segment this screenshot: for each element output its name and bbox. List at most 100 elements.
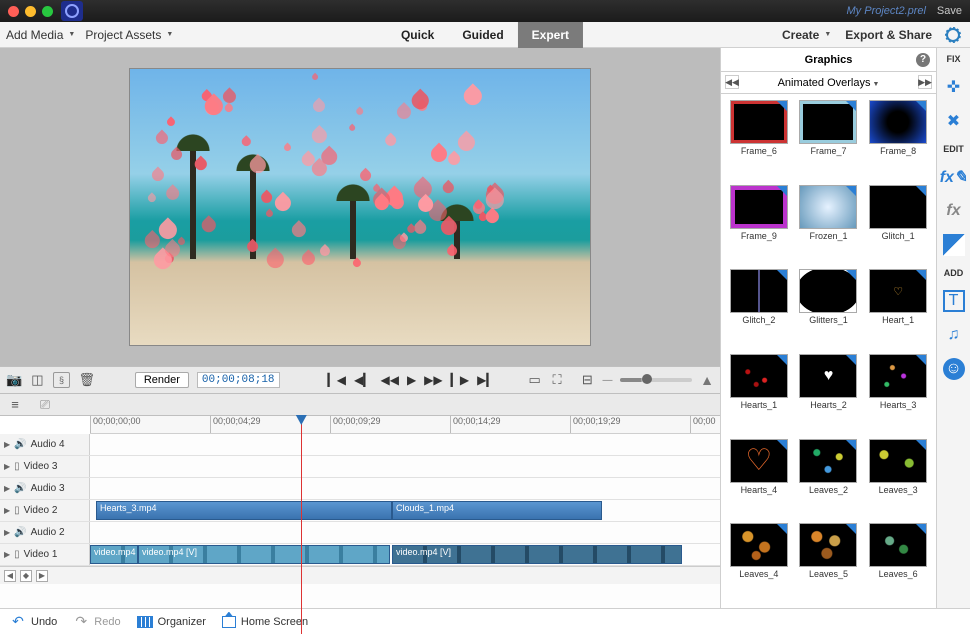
delete-icon[interactable]: 🗑: [78, 371, 95, 389]
adjust-icon[interactable]: ✜: [943, 76, 965, 98]
graphics-item[interactable]: Leaves_3: [866, 439, 930, 518]
playhead[interactable]: [301, 416, 302, 634]
step-forward-icon[interactable]: ▎▶: [451, 373, 469, 387]
graphics-item[interactable]: ♡Hearts_4: [727, 439, 791, 518]
track-lane[interactable]: video.mp4 [video.mp4 [V]video.mp4 [V]: [90, 544, 720, 565]
graphics-label: Leaves_4: [739, 569, 778, 579]
tab-quick[interactable]: Quick: [387, 22, 448, 48]
project-assets-menu[interactable]: Project Assets: [85, 28, 173, 42]
track-lane[interactable]: Hearts_3.mp4Clouds_1.mp4: [90, 500, 720, 521]
track-next-icon[interactable]: ▶: [36, 570, 48, 582]
graphics-item[interactable]: ♥Hearts_2: [797, 354, 861, 433]
timeline-clip[interactable]: Hearts_3.mp4: [96, 501, 392, 520]
graphics-item[interactable]: Glitch_1: [866, 185, 930, 264]
monitor-safe-margin-icon[interactable]: ▭: [528, 371, 542, 389]
organizer-button[interactable]: Organizer: [137, 616, 206, 628]
graphics-item[interactable]: Glitters_1: [797, 269, 861, 348]
go-end-icon[interactable]: ▶▎: [477, 373, 495, 387]
minimize-window-button[interactable]: [25, 6, 36, 17]
graphics-item[interactable]: Frame_7: [797, 100, 861, 179]
track-lane[interactable]: [90, 434, 720, 455]
marker-tool-icon[interactable]: §: [53, 372, 71, 388]
timecode-display[interactable]: 00;00;08;18: [197, 372, 280, 388]
graphics-item[interactable]: Frame_6: [727, 100, 791, 179]
track-lane[interactable]: [90, 478, 720, 499]
timeline-ruler[interactable]: 00;00;00;0000;00;04;2900;00;09;2900;00;1…: [90, 416, 720, 434]
play-icon[interactable]: ▶: [407, 373, 416, 387]
track-header[interactable]: ▶🔊Audio 3: [0, 478, 90, 499]
fast-forward-icon[interactable]: ▶▶: [424, 373, 442, 387]
help-icon[interactable]: ?: [916, 53, 930, 67]
panel-next-icon[interactable]: ▶▶: [918, 75, 932, 89]
save-link[interactable]: Save: [937, 5, 962, 17]
graphics-rail-icon[interactable]: ☺: [943, 358, 965, 380]
graphics-item[interactable]: Leaves_5: [797, 523, 861, 602]
graphics-thumb: [799, 185, 857, 229]
graphics-item[interactable]: Frame_9: [727, 185, 791, 264]
titles-icon[interactable]: T: [943, 290, 965, 312]
export-share-button[interactable]: Export & Share: [845, 28, 932, 42]
render-button[interactable]: Render: [135, 372, 189, 388]
timeline-clip[interactable]: video.mp4 [V]: [138, 545, 390, 564]
graphics-item[interactable]: Frame_8: [866, 100, 930, 179]
monitor-fullscreen-icon[interactable]: ⛶: [550, 371, 564, 389]
track-header[interactable]: ▶🔊Audio 2: [0, 522, 90, 543]
track-collapse-icon[interactable]: ◆: [20, 570, 32, 582]
track-prev-icon[interactable]: ◀: [4, 570, 16, 582]
new-item-icon[interactable]: ◫: [30, 371, 44, 389]
panel-category-select[interactable]: Animated Overlays: [778, 77, 880, 89]
panel-prev-icon[interactable]: ◀◀: [725, 75, 739, 89]
tools-icon[interactable]: ✖: [943, 110, 965, 132]
go-start-icon[interactable]: ▎◀: [328, 373, 346, 387]
zoom-fit-icon[interactable]: ⊟: [580, 371, 594, 389]
graphics-item[interactable]: Glitch_2: [727, 269, 791, 348]
music-icon[interactable]: ♫: [943, 324, 965, 346]
graphics-item[interactable]: Hearts_3: [866, 354, 930, 433]
graphics-item[interactable]: Leaves_2: [797, 439, 861, 518]
settings-gear-icon[interactable]: [946, 28, 960, 42]
tab-expert[interactable]: Expert: [518, 22, 583, 48]
effects-icon[interactable]: fx: [943, 200, 965, 222]
window-controls: [8, 6, 53, 17]
track-row: ▶🔊Audio 4: [0, 434, 720, 456]
home-screen-button[interactable]: Home Screen: [222, 616, 308, 628]
redo-icon: ↷: [73, 614, 89, 630]
create-menu[interactable]: Create: [782, 28, 831, 42]
close-window-button[interactable]: [8, 6, 19, 17]
video-preview[interactable]: [130, 69, 590, 345]
step-back-icon[interactable]: ◀▎: [354, 373, 372, 387]
track-lane[interactable]: [90, 522, 720, 543]
maximize-window-button[interactable]: [42, 6, 53, 17]
timeline-view-icon[interactable]: ≡: [6, 396, 24, 414]
undo-button[interactable]: ↶Undo: [10, 614, 57, 630]
zoom-slider[interactable]: [620, 378, 692, 382]
graphics-item[interactable]: ♡Heart_1: [866, 269, 930, 348]
timeline-clip[interactable]: video.mp4 [: [90, 545, 138, 564]
track-header[interactable]: ▶▯Video 2: [0, 500, 90, 521]
graphics-item[interactable]: Hearts_1: [727, 354, 791, 433]
track-header[interactable]: ▶▯Video 3: [0, 456, 90, 477]
track-header[interactable]: ▶🔊Audio 4: [0, 434, 90, 455]
track-lane[interactable]: [90, 456, 720, 477]
audio-view-icon[interactable]: ⎚: [36, 396, 54, 414]
graphics-item[interactable]: Frozen_1: [797, 185, 861, 264]
transitions-icon[interactable]: [943, 234, 965, 256]
tab-guided[interactable]: Guided: [448, 22, 517, 48]
rewind-icon[interactable]: ◀◀: [380, 373, 398, 387]
panel-header: Graphics ?: [721, 48, 936, 72]
graphics-label: Frame_8: [880, 146, 916, 156]
graphics-label: Glitters_1: [809, 315, 848, 325]
graphics-thumb: [799, 523, 857, 567]
graphics-item[interactable]: Leaves_4: [727, 523, 791, 602]
snapshot-icon[interactable]: 📷: [6, 371, 22, 389]
redo-button[interactable]: ↷Redo: [73, 614, 120, 630]
add-media-menu[interactable]: Add Media: [6, 28, 75, 42]
graphics-thumb: [730, 100, 788, 144]
timeline-clip[interactable]: Clouds_1.mp4: [392, 501, 602, 520]
timeline-clip[interactable]: video.mp4 [V]: [392, 545, 682, 564]
track-header[interactable]: ▶▯Video 1: [0, 544, 90, 565]
graphics-item[interactable]: Leaves_6: [866, 523, 930, 602]
ruler-tick: 00;00;04;29: [210, 416, 261, 433]
graphics-label: Hearts_3: [880, 400, 917, 410]
fx-brush-icon[interactable]: fx✎: [943, 166, 965, 188]
